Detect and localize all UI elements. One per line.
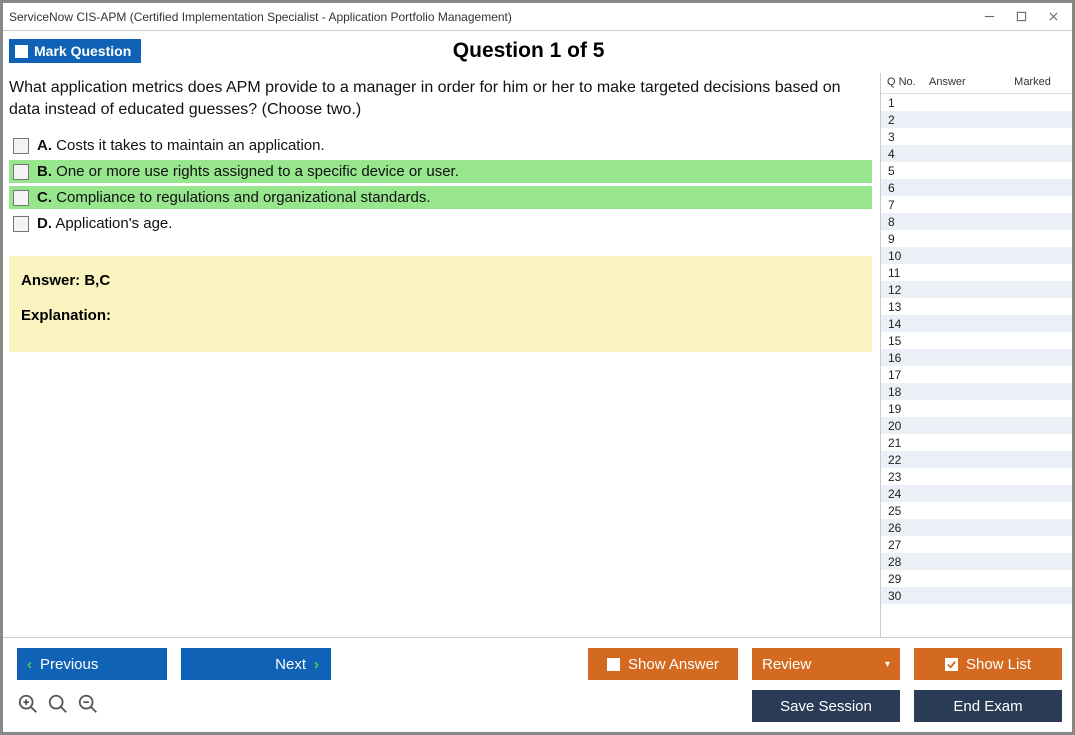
option-label: C. Compliance to regulations and organiz… [37,189,431,206]
option-row[interactable]: B. One or more use rights assigned to a … [9,160,872,183]
question-list-row[interactable]: 30 [881,587,1072,604]
app-window: ServiceNow CIS-APM (Certified Implementa… [0,0,1075,735]
checkbox-icon [607,658,620,671]
question-list-row[interactable]: 1 [881,94,1072,111]
title-bar: ServiceNow CIS-APM (Certified Implementa… [3,3,1072,31]
mark-question-button[interactable]: Mark Question [9,39,141,63]
main-column: What application metrics does APM provid… [3,73,880,637]
header-answer: Answer [929,76,999,88]
next-button[interactable]: Next › [181,648,331,680]
body: What application metrics does APM provid… [3,73,1072,638]
zoom-controls [17,693,99,720]
options-list: A. Costs it takes to maintain an applica… [9,134,872,238]
window-title: ServiceNow CIS-APM (Certified Implementa… [9,10,982,24]
review-label: Review [762,656,811,673]
question-list-row[interactable]: 11 [881,264,1072,281]
dropdown-caret-icon: ▾ [885,659,890,670]
show-answer-label: Show Answer [628,656,719,673]
question-list-row[interactable]: 9 [881,230,1072,247]
explanation-label: Explanation: [21,307,860,324]
maximize-icon[interactable] [1014,10,1028,24]
checkbox-icon[interactable] [13,164,29,180]
question-list-row[interactable]: 4 [881,145,1072,162]
show-answer-button[interactable]: Show Answer [588,648,738,680]
review-button[interactable]: Review ▾ [752,648,900,680]
question-list-header: Q No. Answer Marked [881,73,1072,94]
question-list-row[interactable]: 6 [881,179,1072,196]
checkbox-icon[interactable] [13,216,29,232]
window-controls [982,10,1066,24]
question-list-row[interactable]: 16 [881,349,1072,366]
question-list-row[interactable]: 24 [881,485,1072,502]
question-list-row[interactable]: 22 [881,451,1072,468]
question-list-row[interactable]: 7 [881,196,1072,213]
question-list-row[interactable]: 27 [881,536,1072,553]
question-list-row[interactable]: 5 [881,162,1072,179]
checkbox-icon [15,45,28,58]
end-exam-label: End Exam [953,698,1022,715]
zoom-out-icon[interactable] [77,693,99,720]
header-qno: Q No. [887,76,929,88]
option-row[interactable]: A. Costs it takes to maintain an applica… [9,134,872,157]
question-list-row[interactable]: 2 [881,111,1072,128]
option-label: A. Costs it takes to maintain an applica… [37,137,325,154]
answer-line: Answer: B,C [21,272,860,289]
question-heading: Question 1 of 5 [141,39,916,63]
question-list-row[interactable]: 20 [881,417,1072,434]
question-list-row[interactable]: 17 [881,366,1072,383]
option-label: B. One or more use rights assigned to a … [37,163,459,180]
save-session-button[interactable]: Save Session [752,690,900,722]
chevron-left-icon: ‹ [27,656,32,673]
end-exam-button[interactable]: End Exam [914,690,1062,722]
checkbox-icon[interactable] [13,190,29,206]
answer-box: Answer: B,C Explanation: [9,256,872,352]
option-row[interactable]: D. Application's age. [9,212,872,235]
question-list-row[interactable]: 18 [881,383,1072,400]
previous-button[interactable]: ‹ Previous [17,648,167,680]
question-list-row[interactable]: 3 [881,128,1072,145]
top-bar: Mark Question Question 1 of 5 [3,31,1072,73]
close-icon[interactable] [1046,10,1060,24]
question-list-row[interactable]: 21 [881,434,1072,451]
option-row[interactable]: C. Compliance to regulations and organiz… [9,186,872,209]
zoom-reset-icon[interactable] [47,693,69,720]
question-list[interactable]: 1234567891011121314151617181920212223242… [881,94,1072,637]
question-text: What application metrics does APM provid… [9,77,859,120]
save-session-label: Save Session [780,698,872,715]
header-marked: Marked [999,76,1066,88]
question-list-row[interactable]: 23 [881,468,1072,485]
show-list-button[interactable]: Show List [914,648,1062,680]
minimize-icon[interactable] [982,10,996,24]
mark-question-label: Mark Question [34,43,131,59]
zoom-in-icon[interactable] [17,693,39,720]
question-list-row[interactable]: 28 [881,553,1072,570]
question-list-row[interactable]: 12 [881,281,1072,298]
question-list-row[interactable]: 8 [881,213,1072,230]
question-list-row[interactable]: 15 [881,332,1072,349]
next-label: Next [275,656,306,673]
question-list-row[interactable]: 26 [881,519,1072,536]
question-list-row[interactable]: 19 [881,400,1072,417]
question-list-row[interactable]: 10 [881,247,1072,264]
question-list-panel: Q No. Answer Marked 12345678910111213141… [880,73,1072,637]
previous-label: Previous [40,656,98,673]
footer: ‹ Previous Next › Show Answer Review ▾ S… [3,638,1072,732]
question-list-row[interactable]: 25 [881,502,1072,519]
show-list-label: Show List [966,656,1031,673]
question-list-row[interactable]: 29 [881,570,1072,587]
question-list-row[interactable]: 13 [881,298,1072,315]
chevron-right-icon: › [314,656,319,673]
checkbox-checked-icon [945,658,958,671]
question-list-row[interactable]: 14 [881,315,1072,332]
option-label: D. Application's age. [37,215,172,232]
checkbox-icon[interactable] [13,138,29,154]
